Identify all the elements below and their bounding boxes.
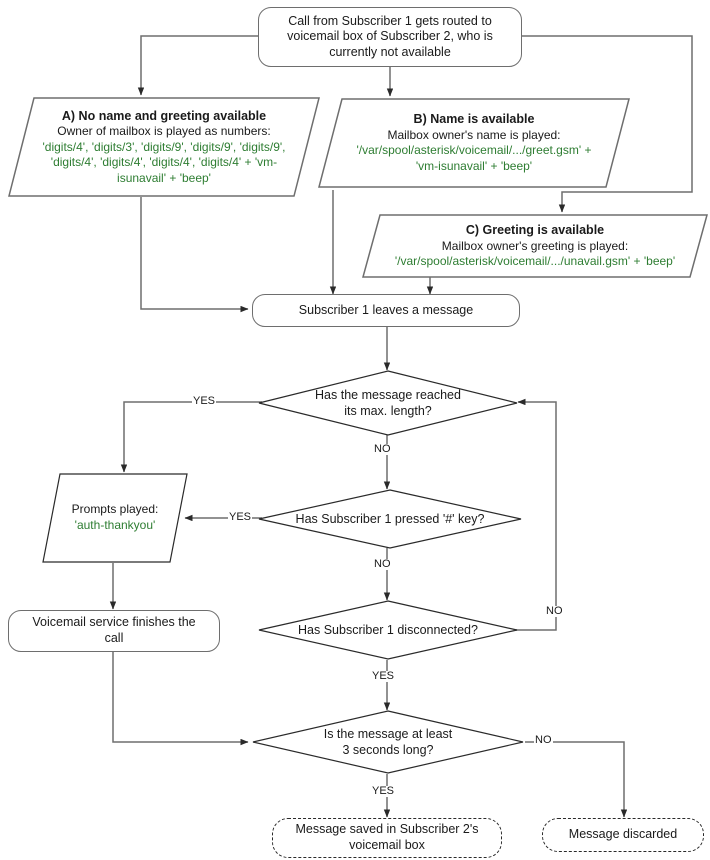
- edge-label-max-length-yes: YES: [192, 395, 217, 407]
- decision-three-seconds-line2: 3 seconds long?: [342, 743, 434, 757]
- option-a-detail-3: isunavail' + 'beep': [117, 170, 211, 185]
- option-c-text: C) Greeting is available Mailbox owner's…: [362, 214, 708, 278]
- edge-label-disconnected-no: NO: [545, 605, 564, 617]
- node-message-discarded-label: Message discarded: [568, 827, 678, 842]
- option-c-heading: C) Greeting is available: [465, 223, 605, 238]
- node-decision-hash-key: Has Subscriber 1 pressed '#' key?: [258, 489, 522, 549]
- prompts-played-text: Prompts played: 'auth-thankyou': [42, 473, 188, 563]
- node-option-b: B) Name is available Mailbox owner's nam…: [318, 98, 630, 188]
- option-a-detail-1: 'digits/4', 'digits/3', 'digits/9', 'dig…: [42, 139, 286, 154]
- node-message-discarded: Message discarded: [542, 818, 704, 852]
- node-leaves-message-label: Subscriber 1 leaves a message: [298, 302, 474, 317]
- decision-max-length-line2: its max. length?: [344, 404, 432, 418]
- node-decision-three-seconds: Is the message at least 3 seconds long?: [252, 710, 524, 774]
- edge-label-three-seconds-yes: YES: [371, 785, 396, 797]
- flowchart-canvas: Call from Subscriber 1 gets routed to vo…: [0, 0, 710, 860]
- option-b-heading: B) Name is available: [413, 112, 535, 127]
- prompts-played-line1: Prompts played:: [71, 502, 159, 517]
- option-c-subtitle: Mailbox owner's greeting is played:: [441, 238, 629, 253]
- node-leaves-message: Subscriber 1 leaves a message: [252, 294, 520, 327]
- node-decision-disconnected: Has Subscriber 1 disconnected?: [258, 600, 518, 660]
- prompts-played-line2: 'auth-thankyou': [74, 518, 156, 532]
- node-voicemail-finishes-line2: call: [104, 631, 124, 645]
- node-message-saved: Message saved in Subscriber 2's voicemai…: [272, 818, 502, 858]
- node-option-a: A) No name and greeting available Owner …: [8, 97, 320, 197]
- edge-label-hash-key-no: NO: [373, 558, 392, 570]
- decision-three-seconds-text: Is the message at least 3 seconds long?: [252, 710, 524, 774]
- node-start-line2: voicemail box of Subscriber 2, who is: [287, 29, 493, 44]
- node-message-saved-line2: voicemail box: [349, 838, 425, 852]
- node-option-c: C) Greeting is available Mailbox owner's…: [362, 214, 708, 278]
- option-a-text: A) No name and greeting available Owner …: [8, 97, 320, 197]
- option-a-heading: A) No name and greeting available: [61, 108, 267, 123]
- decision-hash-key-line1: Has Subscriber 1 pressed '#' key?: [295, 511, 485, 526]
- decision-hash-key-text: Has Subscriber 1 pressed '#' key?: [258, 489, 522, 549]
- option-b-detail-1: '/var/spool/asterisk/voicemail/.../greet…: [356, 143, 592, 158]
- node-start: Call from Subscriber 1 gets routed to vo…: [258, 7, 522, 67]
- decision-disconnected-line1: Has Subscriber 1 disconnected?: [298, 622, 478, 637]
- decision-three-seconds-line1: Is the message at least: [323, 726, 453, 741]
- node-voicemail-finishes-line1: Voicemail service finishes the: [32, 615, 196, 630]
- decision-disconnected-text: Has Subscriber 1 disconnected?: [258, 600, 518, 660]
- decision-max-length-line1: Has the message reached: [315, 387, 461, 402]
- option-a-detail-2: 'digits/4', 'digits/4', 'digits/4', 'dig…: [50, 155, 278, 170]
- decision-max-length-text: Has the message reached its max. length?: [258, 370, 518, 436]
- node-start-line1: Call from Subscriber 1 gets routed to: [288, 13, 492, 28]
- option-a-subtitle: Owner of mailbox is played as numbers:: [57, 123, 271, 138]
- node-start-line3: currently not available: [329, 44, 451, 59]
- edge-label-max-length-no: NO: [373, 443, 392, 455]
- option-b-detail-2: 'vm-isunavail' + 'beep': [415, 158, 533, 173]
- option-b-subtitle: Mailbox owner's name is played:: [387, 127, 561, 142]
- edge-label-disconnected-yes: YES: [371, 670, 396, 682]
- node-voicemail-finishes: Voicemail service finishes the call: [8, 610, 220, 652]
- node-decision-max-length: Has the message reached its max. length?: [258, 370, 518, 436]
- node-prompts-played: Prompts played: 'auth-thankyou': [42, 473, 188, 563]
- option-b-text: B) Name is available Mailbox owner's nam…: [318, 98, 630, 188]
- edge-label-hash-key-yes: YES: [228, 511, 253, 523]
- edge-label-three-seconds-no: NO: [534, 734, 553, 746]
- option-c-detail-1: '/var/spool/asterisk/voicemail/.../unava…: [394, 254, 676, 269]
- node-message-saved-line1: Message saved in Subscriber 2's: [295, 822, 479, 837]
